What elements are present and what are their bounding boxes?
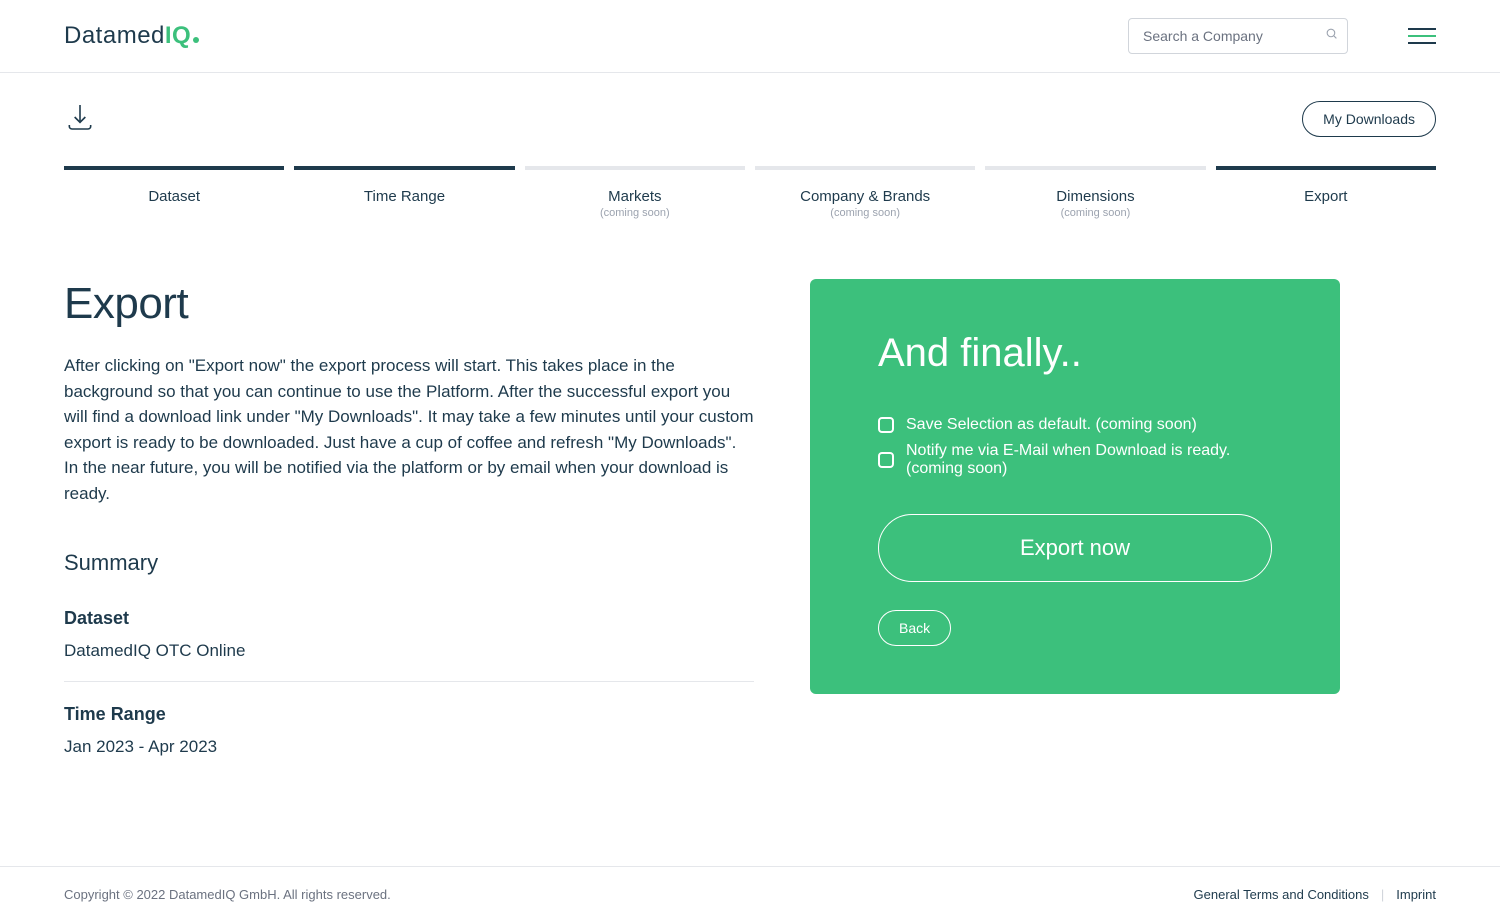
checkbox-notify-email: Notify me via E-Mail when Download is re… — [878, 442, 1272, 478]
logo[interactable]: DatamedIQ — [64, 22, 199, 50]
step-bar — [294, 166, 514, 170]
summary-label: Dataset — [64, 608, 754, 629]
header-right — [1128, 18, 1436, 54]
logo-dot-icon — [193, 37, 199, 43]
summary-title: Summary — [64, 550, 754, 576]
page-title: Export — [64, 279, 754, 329]
export-now-button[interactable]: Export now — [878, 514, 1272, 582]
steps-nav: Dataset Time Range Markets (coming soon)… — [64, 166, 1436, 219]
step-time-range[interactable]: Time Range — [294, 166, 514, 219]
step-bar — [1216, 166, 1436, 170]
main-content: My Downloads Dataset Time Range Markets … — [0, 73, 1500, 866]
checkbox-icon — [878, 452, 894, 468]
summary-item-time-range: Time Range Jan 2023 - Apr 2023 — [64, 704, 754, 777]
footer-terms-link[interactable]: General Terms and Conditions — [1194, 887, 1369, 902]
header: DatamedIQ — [0, 0, 1500, 73]
step-sublabel: (coming soon) — [985, 207, 1205, 219]
footer-copyright: Copyright © 2022 DatamedIQ GmbH. All rig… — [64, 887, 391, 902]
summary-label: Time Range — [64, 704, 754, 725]
summary-value: DatamedIQ OTC Online — [64, 641, 754, 661]
footer-imprint-link[interactable]: Imprint — [1396, 887, 1436, 902]
left-column: Export After clicking on "Export now" th… — [64, 279, 754, 799]
logo-text-prefix: Datamed — [64, 22, 165, 49]
step-sublabel: (coming soon) — [525, 207, 745, 219]
summary-value: Jan 2023 - Apr 2023 — [64, 737, 754, 757]
content-row: Export After clicking on "Export now" th… — [64, 279, 1436, 799]
step-label: Company & Brands — [755, 188, 975, 205]
panel-title: And finally.. — [878, 331, 1272, 376]
step-label: Time Range — [294, 188, 514, 205]
search-input[interactable] — [1128, 18, 1348, 54]
menu-icon[interactable] — [1408, 28, 1436, 44]
step-label: Markets — [525, 188, 745, 205]
step-bar — [64, 166, 284, 170]
step-bar — [525, 166, 745, 170]
step-bar — [985, 166, 1205, 170]
step-label: Dimensions — [985, 188, 1205, 205]
step-company-brands: Company & Brands (coming soon) — [755, 166, 975, 219]
download-icon — [64, 101, 96, 138]
step-bar — [755, 166, 975, 170]
logo-text-suffix: IQ — [165, 22, 191, 49]
export-panel: And finally.. Save Selection as default.… — [810, 279, 1340, 694]
page-description: After clicking on "Export now" the expor… — [64, 353, 754, 506]
search-box — [1128, 18, 1348, 54]
step-sublabel: (coming soon) — [755, 207, 975, 219]
checkbox-save-default: Save Selection as default. (coming soon) — [878, 416, 1272, 434]
checkbox-icon — [878, 417, 894, 433]
footer-links: General Terms and Conditions | Imprint — [1194, 887, 1436, 902]
checkbox-label: Save Selection as default. (coming soon) — [906, 416, 1197, 434]
summary-item-dataset: Dataset DatamedIQ OTC Online — [64, 608, 754, 682]
my-downloads-button[interactable]: My Downloads — [1302, 101, 1436, 137]
back-button[interactable]: Back — [878, 610, 951, 646]
top-row: My Downloads — [64, 101, 1436, 138]
footer-divider: | — [1381, 887, 1384, 902]
step-label: Dataset — [64, 188, 284, 205]
footer: Copyright © 2022 DatamedIQ GmbH. All rig… — [0, 866, 1500, 922]
step-label: Export — [1216, 188, 1436, 205]
step-dataset[interactable]: Dataset — [64, 166, 284, 219]
step-markets: Markets (coming soon) — [525, 166, 745, 219]
checkbox-label: Notify me via E-Mail when Download is re… — [906, 442, 1272, 478]
step-dimensions: Dimensions (coming soon) — [985, 166, 1205, 219]
step-export[interactable]: Export — [1216, 166, 1436, 219]
